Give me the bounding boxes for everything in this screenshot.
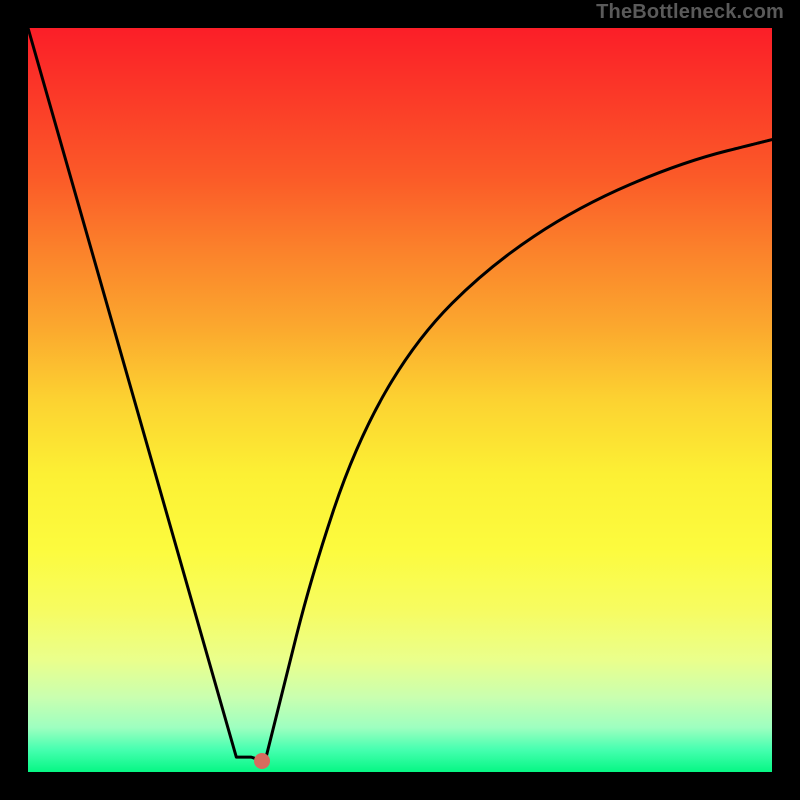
plot-area [28,28,772,772]
watermark-text: TheBottleneck.com [596,1,784,24]
chart-frame: TheBottleneck.com [0,0,800,800]
bottleneck-curve [28,28,772,772]
optimum-marker [254,753,270,769]
curve-path [28,28,772,761]
